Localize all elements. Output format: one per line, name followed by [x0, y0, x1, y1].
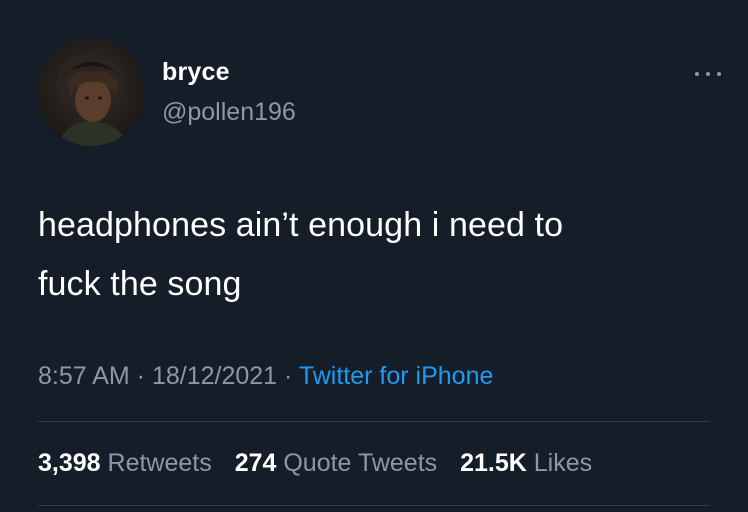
tweet-stats: 3,398 Retweets 274 Quote Tweets 21.5K Li… — [38, 449, 608, 478]
meta-separator: · — [129, 362, 152, 390]
retweets-count: 3,398 — [38, 449, 101, 477]
avatar[interactable] — [37, 38, 145, 146]
retweets-stat[interactable]: 3,398 Retweets — [38, 449, 219, 477]
retweets-label: Retweets — [107, 449, 212, 477]
likes-count: 21.5K — [460, 449, 527, 477]
dot — [717, 72, 721, 76]
meta-separator: · — [277, 362, 299, 390]
quote-tweets-stat[interactable]: 274 Quote Tweets — [235, 449, 444, 477]
tweet-date[interactable]: 18/12/2021 — [152, 362, 277, 390]
tweet-card: bryce @pollen196 headphones ain’t enough… — [0, 0, 748, 512]
quotes-label: Quote Tweets — [283, 449, 438, 477]
dot — [706, 72, 710, 76]
divider — [38, 505, 710, 506]
tweet-text-line: fuck the song — [38, 265, 242, 303]
more-horizontal-icon[interactable] — [695, 70, 721, 78]
avatar-image — [57, 54, 129, 146]
dot — [695, 72, 699, 76]
tweet-text: headphones ain’t enough i need to fuck t… — [38, 196, 718, 314]
quotes-count: 274 — [234, 449, 277, 477]
likes-label: Likes — [533, 449, 593, 477]
tweet-text-line: headphones ain’t enough i need to — [38, 206, 564, 244]
divider — [38, 421, 710, 422]
user-handle[interactable]: @pollen196 — [162, 98, 296, 127]
tweet-time[interactable]: 8:57 AM — [38, 362, 130, 390]
tweet-source-link[interactable]: Twitter for iPhone — [299, 362, 494, 390]
display-name[interactable]: bryce — [162, 58, 230, 87]
likes-stat[interactable]: 21.5K Likes — [460, 449, 592, 477]
tweet-meta: 8:57 AM · 18/12/2021 · Twitter for iPhon… — [38, 362, 493, 391]
